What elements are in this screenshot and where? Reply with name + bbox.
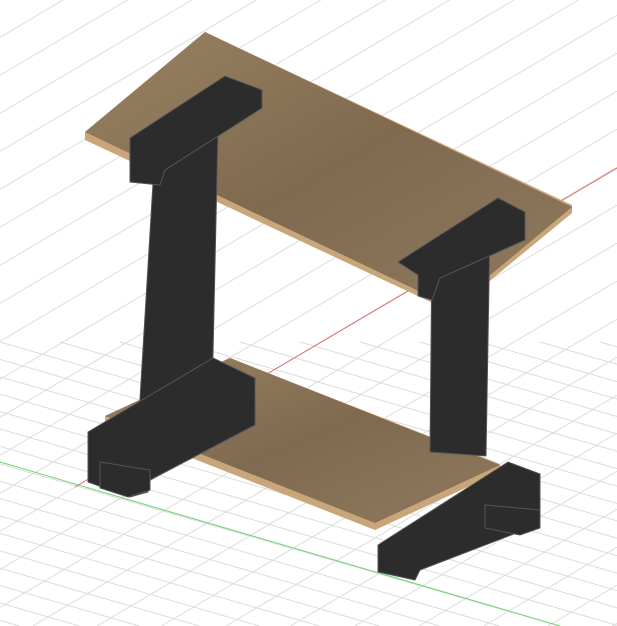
- grid-line: [0, 567, 200, 626]
- grid-line: [539, 341, 617, 365]
- 3d-scene[interactable]: [0, 0, 617, 626]
- grid-line: [0, 585, 140, 626]
- grid-line: [479, 341, 617, 383]
- grid-line: [0, 0, 64, 38]
- grid-line: [483, 546, 617, 626]
- grid-line: [0, 0, 128, 76]
- cad-viewport[interactable]: [0, 0, 617, 626]
- grid-line: [0, 532, 320, 626]
- grid-line: [0, 602, 80, 626]
- grid-line: [0, 619, 20, 626]
- grid-line: [599, 341, 617, 348]
